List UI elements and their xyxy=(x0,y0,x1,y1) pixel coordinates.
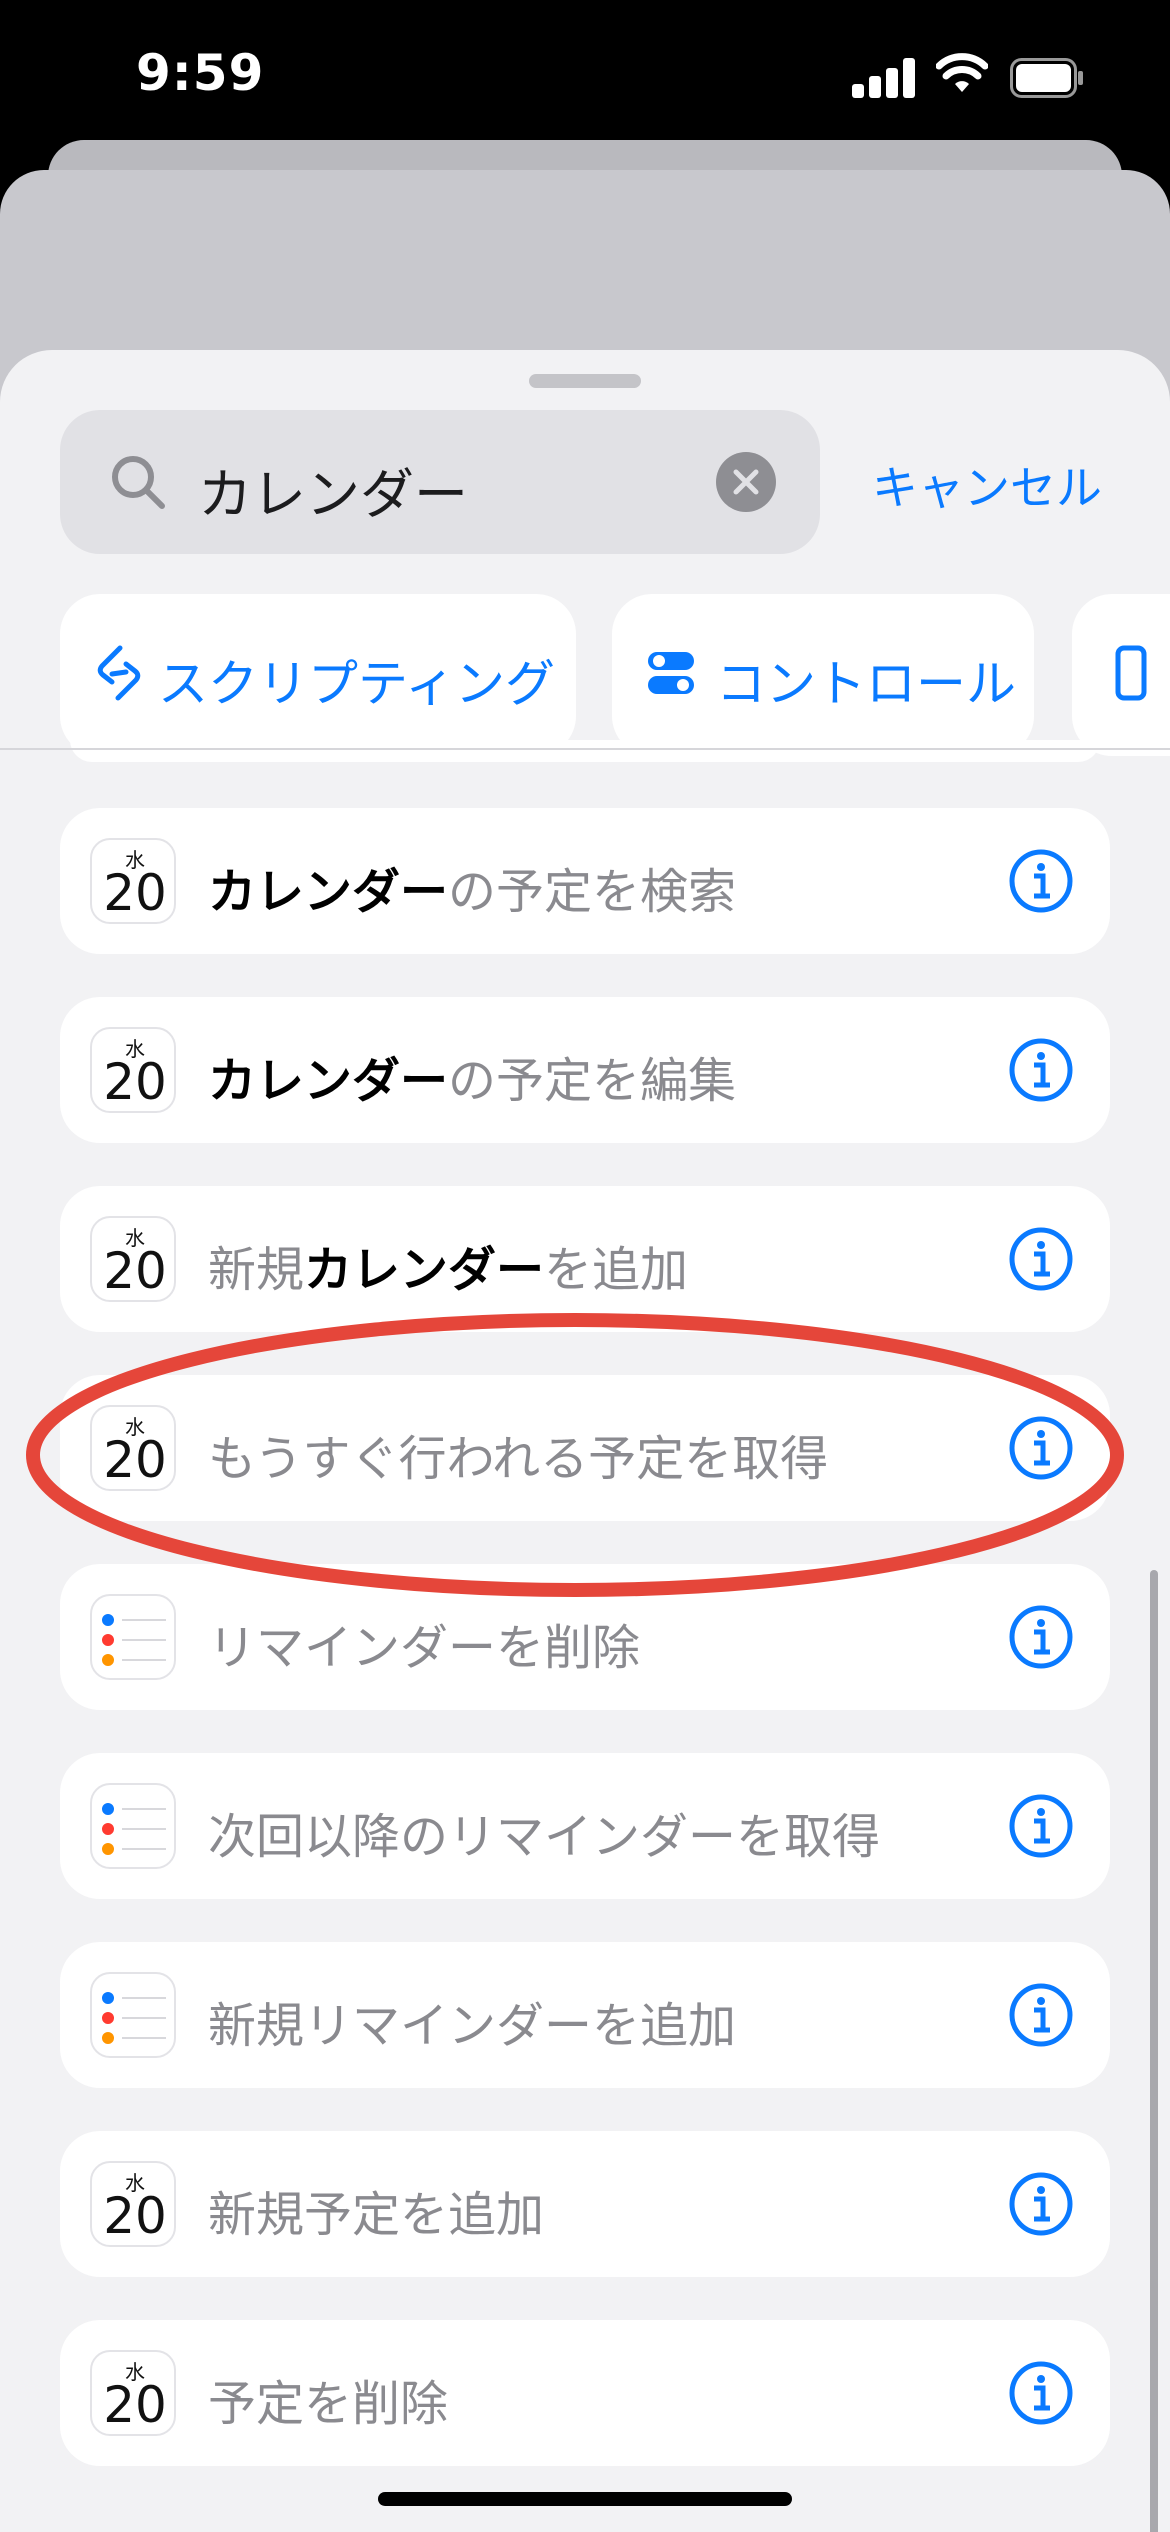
reminder-dot xyxy=(102,1634,114,1646)
calendar-date: 20 xyxy=(103,2376,167,2434)
label-match: カレンダー xyxy=(208,864,449,920)
wifi-icon xyxy=(936,53,988,92)
reminder-dot xyxy=(102,1823,114,1835)
action-row[interactable]: リマインダーを削除 xyxy=(60,1564,1110,1710)
action-label: 新規カレンダーを追加 xyxy=(208,1230,688,1300)
chip-device[interactable] xyxy=(1072,594,1170,756)
calendar-date: 20 xyxy=(103,1431,167,1489)
action-row[interactable]: 水 20 カレンダーの予定を検索 xyxy=(60,808,1110,954)
close-icon xyxy=(733,469,759,495)
sheet-grabber[interactable] xyxy=(529,374,641,388)
reminder-line xyxy=(122,1997,166,1999)
scroll-indicator[interactable] xyxy=(1150,1570,1158,2532)
info-icon[interactable] xyxy=(1008,1982,1074,2048)
label-text: リマインダーを削除 xyxy=(208,1620,641,1676)
info-icon[interactable] xyxy=(1008,1793,1074,1859)
reminder-dot xyxy=(102,1614,114,1626)
label-text: 新規 xyxy=(208,1242,305,1298)
calendar-app-icon: 水 20 xyxy=(90,1405,176,1491)
phone-icon xyxy=(1115,645,1147,701)
reminder-dot xyxy=(102,1654,114,1666)
info-icon[interactable] xyxy=(1008,2171,1074,2237)
info-icon[interactable] xyxy=(1008,2360,1074,2426)
reminders-app-icon xyxy=(90,1972,176,2058)
chip-scripting[interactable]: スクリプティング xyxy=(60,594,576,756)
reminder-line xyxy=(122,1659,166,1661)
action-row[interactable]: 水 20 カレンダーの予定を編集 xyxy=(60,997,1110,1143)
action-row[interactable]: 次回以降のリマインダーを取得 xyxy=(60,1753,1110,1899)
action-label: リマインダーを削除 xyxy=(208,1608,640,1678)
reminder-dot xyxy=(102,1992,114,2004)
reminder-dot xyxy=(102,2032,114,2044)
action-label: 次回以降のリマインダーを取得 xyxy=(208,1797,880,1867)
reminder-line xyxy=(122,1639,166,1641)
info-icon[interactable] xyxy=(1008,1415,1074,1481)
action-label: 予定を削除 xyxy=(208,2364,448,2434)
battery-icon xyxy=(1010,58,1083,98)
reminders-app-icon xyxy=(90,1783,176,1869)
label-text: 予定を削除 xyxy=(208,2376,449,2432)
label-text: 新規リマインダーを追加 xyxy=(208,1998,737,2054)
list-item-partial xyxy=(70,740,1100,762)
label-match: カレンダー xyxy=(208,1053,449,1109)
reminders-app-icon xyxy=(90,1594,176,1680)
action-row[interactable]: 水 20 予定を削除 xyxy=(60,2320,1110,2466)
info-icon[interactable] xyxy=(1008,848,1074,914)
reminder-dot xyxy=(102,1803,114,1815)
chip-label: スクリプティング xyxy=(158,655,555,713)
reminder-dot xyxy=(102,1843,114,1855)
calendar-app-icon: 水 20 xyxy=(90,2350,176,2436)
calendar-app-icon: 水 20 xyxy=(90,1027,176,1113)
label-text: 次回以降のリマインダーを取得 xyxy=(208,1809,881,1865)
info-icon[interactable] xyxy=(1008,1037,1074,1103)
cellular-signal-icon xyxy=(852,58,916,98)
calendar-date: 20 xyxy=(103,1053,167,1111)
label-text: の予定を編集 xyxy=(448,1053,737,1109)
action-row[interactable]: 新規リマインダーを追加 xyxy=(60,1942,1110,2088)
reminder-dot xyxy=(102,2012,114,2024)
calendar-app-icon: 水 20 xyxy=(90,838,176,924)
home-indicator[interactable] xyxy=(378,2492,792,2506)
calendar-app-icon: 水 20 xyxy=(90,1216,176,1302)
label-text: の予定を検索 xyxy=(448,864,737,920)
chip-control[interactable]: コントロール xyxy=(612,594,1034,756)
clear-icon[interactable] xyxy=(716,452,776,512)
reminder-line xyxy=(122,1828,166,1830)
divider xyxy=(0,748,1170,750)
action-label: 新規リマインダーを追加 xyxy=(208,1986,736,2056)
calendar-app-icon: 水 20 xyxy=(90,2161,176,2247)
reminder-line xyxy=(122,1848,166,1850)
action-search-sheet: カレンダー キャンセル スクリプティング コントロール 水 20 カレンダーの予定を… xyxy=(0,350,1170,2532)
action-label: カレンダーの予定を検索 xyxy=(208,852,736,922)
scripting-icon xyxy=(97,645,141,701)
info-icon[interactable] xyxy=(1008,1604,1074,1670)
info-icon[interactable] xyxy=(1008,1226,1074,1292)
label-text: もうすぐ行われる予定を取得 xyxy=(208,1431,829,1487)
reminder-line xyxy=(122,1808,166,1810)
label-match: カレンダー xyxy=(304,1242,545,1298)
action-row[interactable]: 水 20 もうすぐ行われる予定を取得 xyxy=(60,1375,1110,1521)
reminder-line xyxy=(122,2037,166,2039)
calendar-date: 20 xyxy=(103,1242,167,1300)
chip-label: コントロール xyxy=(716,655,1016,713)
search-text: カレンダー xyxy=(198,463,468,526)
action-row[interactable]: 水 20 新規カレンダーを追加 xyxy=(60,1186,1110,1332)
status-time: 9:59 xyxy=(136,44,265,102)
calendar-date: 20 xyxy=(103,2187,167,2245)
action-label: カレンダーの予定を編集 xyxy=(208,1041,736,1111)
action-label: 新規予定を追加 xyxy=(208,2175,544,2245)
search-icon xyxy=(112,456,165,509)
search-input[interactable]: カレンダー xyxy=(60,410,820,554)
reminder-line xyxy=(122,2017,166,2019)
status-bar: 9:59 xyxy=(0,0,1170,160)
label-text: を追加 xyxy=(544,1242,689,1298)
label-text: 新規予定を追加 xyxy=(208,2187,545,2243)
reminder-line xyxy=(122,1619,166,1621)
calendar-date: 20 xyxy=(103,864,167,922)
toggle-icon xyxy=(648,652,694,694)
action-label: もうすぐ行われる予定を取得 xyxy=(208,1419,828,1489)
cancel-button[interactable]: キャンセル xyxy=(872,452,1102,518)
action-row[interactable]: 水 20 新規予定を追加 xyxy=(60,2131,1110,2277)
